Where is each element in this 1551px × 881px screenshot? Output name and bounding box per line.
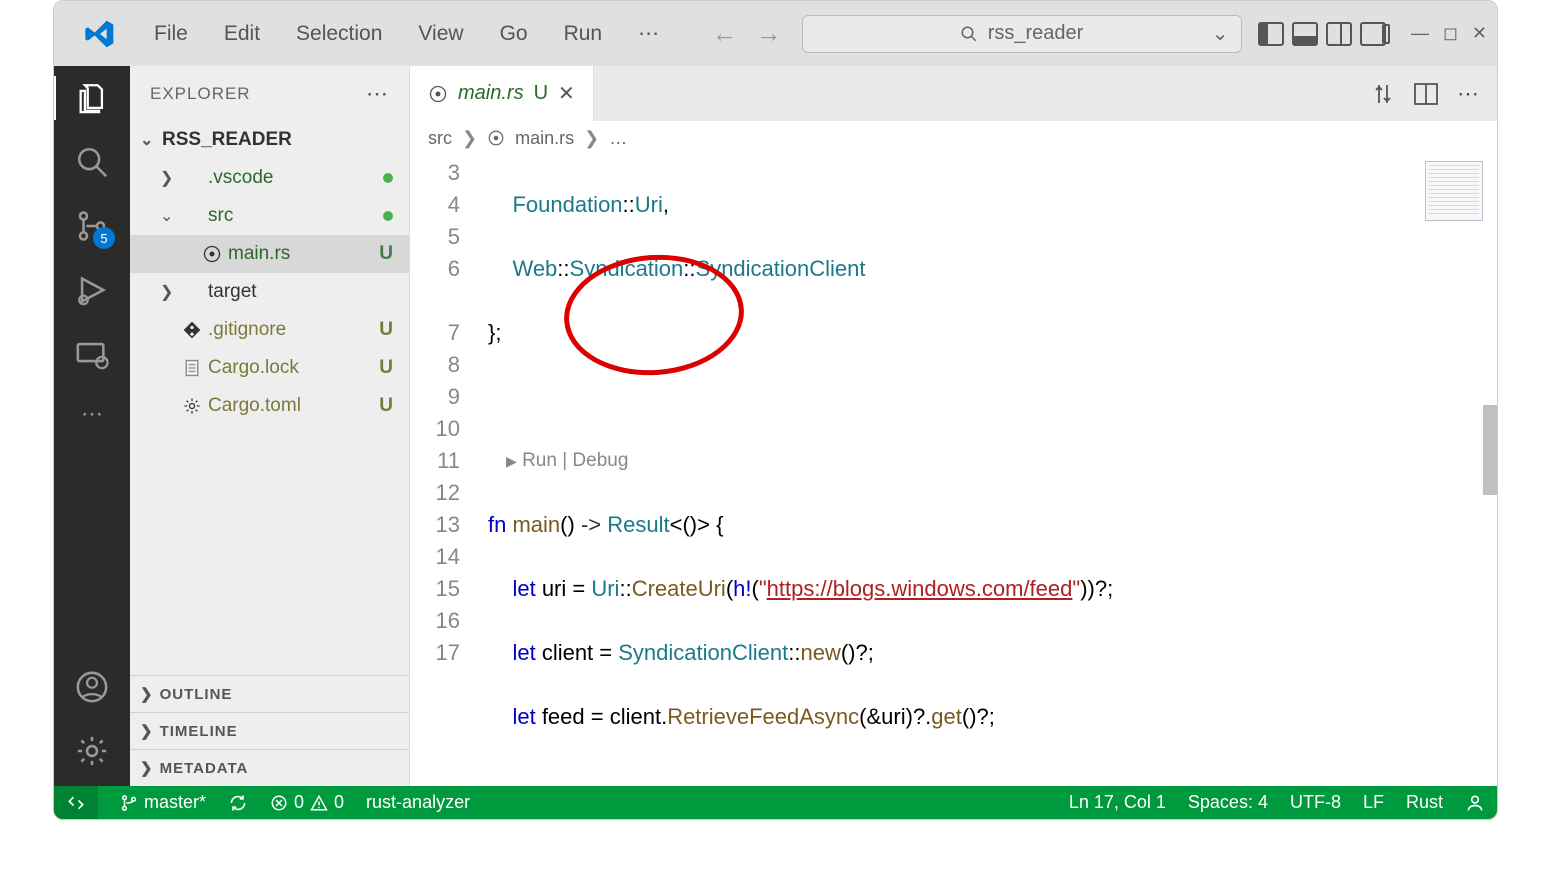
section-outline[interactable]: ❯OUTLINE [130, 675, 409, 712]
rust-icon [428, 84, 448, 104]
vscode-logo-icon [84, 18, 116, 50]
editor-group: main.rs U ✕ ⋯ src ❯ main.rs ❯ … [410, 66, 1497, 786]
line-gutter: 3456 7891011121314151617 [410, 155, 488, 786]
sidebar-title: EXPLORER [150, 84, 251, 104]
tree-item[interactable]: ⌄src [130, 197, 409, 235]
menu-file[interactable]: File [136, 22, 206, 46]
eol[interactable]: LF [1363, 792, 1384, 813]
window-minimize-icon[interactable]: — [1411, 23, 1429, 44]
menu-go[interactable]: Go [482, 22, 546, 46]
main-area: 5 ⋯ EXPLORER ⋯ ⌄ [54, 66, 1497, 786]
section-timeline[interactable]: ❯TIMELINE [130, 712, 409, 749]
code-content[interactable]: Foundation::Uri, Web::Syndication::Syndi… [488, 155, 1113, 786]
toggle-panel-icon[interactable] [1292, 22, 1318, 46]
modified-dot-icon [383, 211, 393, 221]
tab-bar: main.rs U ✕ ⋯ [410, 66, 1497, 121]
minimap[interactable] [1425, 161, 1483, 221]
tree-item[interactable]: ❯.vscode [130, 159, 409, 197]
activity-account-icon[interactable] [75, 670, 109, 704]
tab-close-icon[interactable]: ✕ [558, 81, 575, 106]
crumb-file[interactable]: main.rs [515, 128, 574, 149]
activity-bar: 5 ⋯ [54, 66, 130, 786]
rust-icon [487, 129, 505, 147]
sidebar-header: EXPLORER ⋯ [130, 66, 409, 121]
language-mode[interactable]: Rust [1406, 792, 1443, 813]
problems[interactable]: 0 0 [270, 792, 344, 813]
nav-forward-icon[interactable]: → [756, 18, 782, 49]
window-close-icon[interactable]: ✕ [1472, 23, 1487, 44]
git-branch[interactable]: master* [120, 792, 206, 813]
indentation[interactable]: Spaces: 4 [1188, 792, 1268, 813]
scrollbar-thumb[interactable] [1483, 405, 1497, 495]
split-editor-icon[interactable] [1413, 83, 1439, 105]
activity-search-icon[interactable] [75, 145, 109, 179]
window-frame: File Edit Selection View Go Run ⋯ ← → rs… [53, 0, 1498, 820]
toggle-secondary-sidebar-icon[interactable] [1326, 22, 1352, 46]
activity-explorer-icon[interactable] [75, 81, 109, 115]
compare-changes-icon[interactable] [1371, 82, 1395, 106]
encoding[interactable]: UTF-8 [1290, 792, 1341, 813]
nav-back-icon[interactable]: ← [712, 18, 738, 49]
codelens-run-debug[interactable]: ▶ Run | Debug [488, 445, 1113, 477]
toggle-primary-sidebar-icon[interactable] [1258, 22, 1284, 46]
file-icon [182, 358, 208, 378]
breadcrumb[interactable]: src ❯ main.rs ❯ … [410, 121, 1497, 155]
crumb-src[interactable]: src [428, 128, 452, 149]
section-metadata[interactable]: ❯METADATA [130, 749, 409, 786]
sync-icon[interactable] [228, 793, 248, 813]
tree-item[interactable]: .gitignoreU [130, 311, 409, 349]
gear-icon [182, 396, 208, 416]
activity-more-icon[interactable]: ⋯ [81, 401, 103, 427]
window-maximize-icon[interactable]: ◻ [1443, 23, 1458, 44]
scm-badge: 5 [93, 227, 115, 249]
tree-item[interactable]: Cargo.lockU [130, 349, 409, 387]
command-center[interactable]: rss_reader ⌄ [802, 15, 1242, 53]
git-icon [182, 320, 208, 340]
lsp-status[interactable]: rust-analyzer [366, 792, 470, 813]
tab-main-rs[interactable]: main.rs U ✕ [410, 66, 594, 121]
rust-icon [202, 244, 228, 264]
menu-run[interactable]: Run [546, 22, 621, 46]
menu-edit[interactable]: Edit [206, 22, 278, 46]
activity-remote-icon[interactable] [75, 337, 109, 371]
chevron-down-icon: ⌄ [1212, 21, 1229, 46]
sidebar-more-icon[interactable]: ⋯ [366, 81, 389, 107]
status-bar: master* 0 0 rust-analyzer Ln 17, Col 1 S… [54, 786, 1497, 819]
menu-selection[interactable]: Selection [278, 22, 400, 46]
menu-more[interactable]: ⋯ [620, 21, 677, 46]
explorer-sidebar: EXPLORER ⋯ ⌄ RSS_READER ❯.vscode⌄srcmain… [130, 66, 410, 786]
file-tree: ⌄ RSS_READER ❯.vscode⌄srcmain.rsU❯target… [130, 121, 409, 675]
tree-item[interactable]: ❯target [130, 273, 409, 311]
tree-item[interactable]: main.rsU [130, 235, 409, 273]
tab-label: main.rs [458, 82, 524, 105]
remote-indicator[interactable] [54, 786, 98, 819]
titlebar: File Edit Selection View Go Run ⋯ ← → rs… [54, 1, 1497, 66]
activity-debug-icon[interactable] [75, 273, 109, 307]
customize-layout-icon[interactable] [1360, 22, 1386, 46]
code-editor[interactable]: 3456 7891011121314151617 Foundation::Uri… [410, 155, 1497, 786]
cursor-position[interactable]: Ln 17, Col 1 [1069, 792, 1166, 813]
menu-view[interactable]: View [400, 22, 481, 46]
feedback-icon[interactable] [1465, 793, 1485, 813]
command-center-text: rss_reader [988, 22, 1084, 45]
activity-scm-icon[interactable]: 5 [75, 209, 109, 243]
tree-item[interactable]: Cargo.tomlU [130, 387, 409, 425]
tree-root[interactable]: ⌄ RSS_READER [130, 121, 409, 159]
tab-status: U [534, 82, 548, 105]
crumb-more[interactable]: … [609, 128, 627, 149]
modified-dot-icon [383, 173, 393, 183]
editor-more-icon[interactable]: ⋯ [1457, 81, 1479, 107]
activity-settings-icon[interactable] [75, 734, 109, 768]
